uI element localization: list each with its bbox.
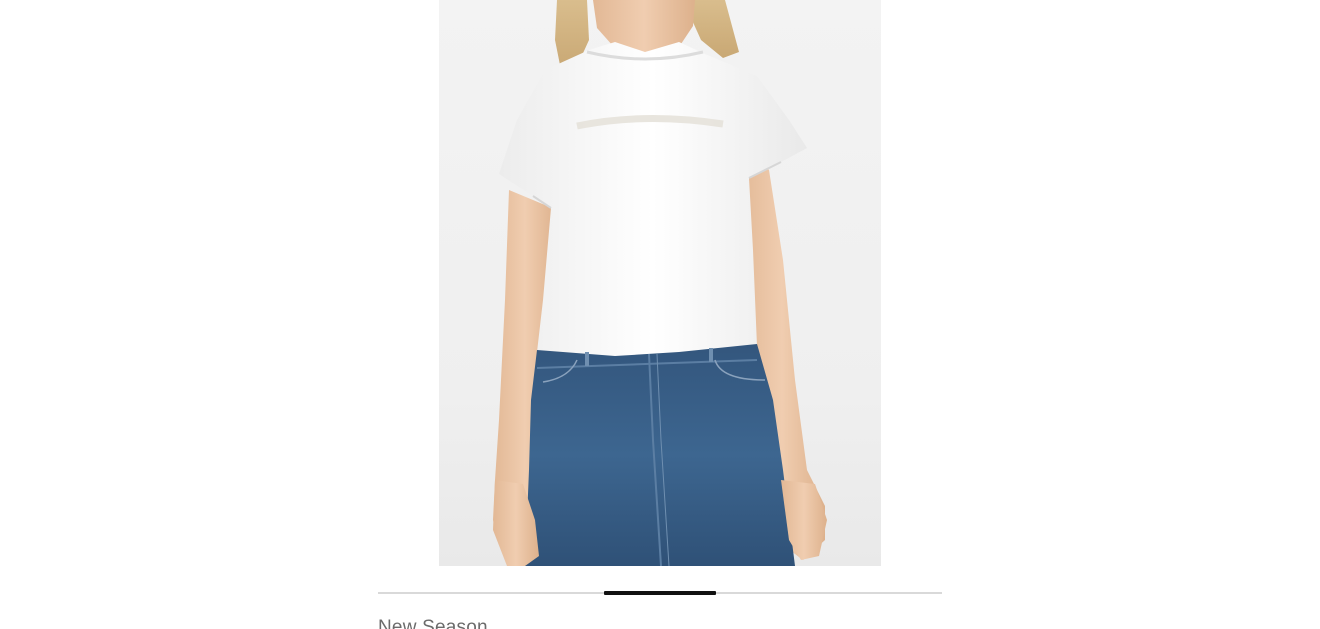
carousel-indicator-active [603,591,717,595]
product-page: New Season [0,0,1320,629]
denim-skirt [525,344,795,566]
product-image[interactable] [439,0,881,566]
carousel-indicator[interactable] [378,591,942,595]
collection-label: New Season [378,617,488,629]
product-photo [493,0,827,566]
